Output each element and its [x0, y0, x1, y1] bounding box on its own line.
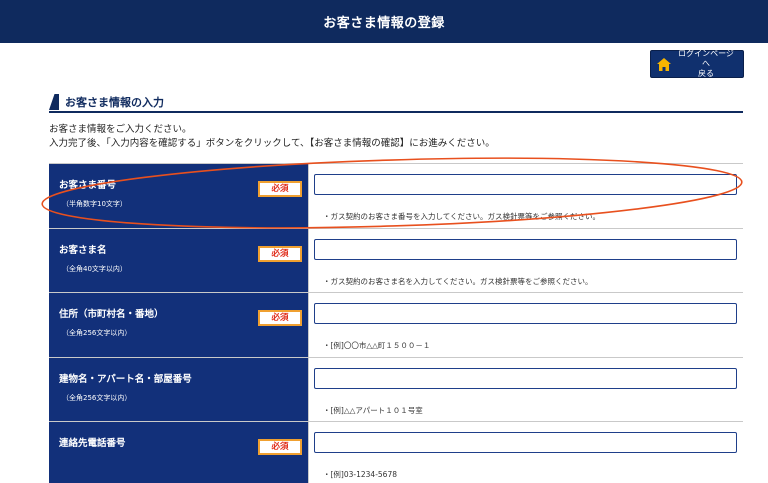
form-label-cell: 住所（市町村名・番地） （全角256文字以内） 必須 [49, 293, 308, 357]
page-title: お客さま情報の登録 [323, 16, 445, 31]
phone-input[interactable] [314, 432, 737, 453]
form-label-cell: 建物名・アパート名・部屋番号 （全角256文字以内） [49, 357, 308, 421]
field-hint: ・ガス契約のお客さま番号を入力してください。ガス検針票等をご参照ください。 [323, 212, 601, 221]
form-field-cell: ・ガス契約のお客さま番号を入力してください。ガス検針票等をご参照ください。 [308, 164, 743, 228]
home-icon [657, 57, 671, 71]
required-badge: 必須 [258, 439, 302, 455]
form-field-cell: ・ガス契約のお客さま名を入力してください。ガス検針票等をご参照ください。 [308, 228, 743, 292]
back-to-login-button[interactable]: ログインページへ 戻る [650, 49, 744, 78]
form-row-customer-number: お客さま番号 （半角数字10文字） 必須 ・ガス契約のお客さま番号を入力してくだ… [49, 164, 743, 229]
form-field-cell: ・[例]〇〇市△△町１５００－１ [308, 293, 743, 357]
form-row-customer-name: お客さま名 （全角40文字以内） 必須 ・ガス契約のお客さま名を入力してください… [49, 228, 743, 293]
intro-line-1: お客さま情報をご入力ください。 [49, 124, 192, 135]
address-input[interactable] [314, 303, 737, 324]
page-header: お客さま情報の登録 [0, 0, 768, 43]
required-badge: 必須 [258, 181, 302, 197]
intro-line-2: 入力完了後、「入力内容を確認する」ボタンをクリックして、【お客さま情報の確認】に… [49, 138, 495, 149]
customer-name-input[interactable] [314, 238, 737, 260]
form-row-phone: 連絡先電話番号 必須 ・[例]03-1234-5678 [49, 422, 743, 483]
field-sublabel: （全角40文字以内） [62, 264, 127, 273]
heading-mark-icon [49, 94, 59, 110]
form-field-cell: ・[例]△△アパート１０１号室 [308, 357, 743, 421]
field-hint: ・[例]〇〇市△△町１５００－１ [323, 341, 431, 350]
form-label-cell: 連絡先電話番号 必須 [49, 422, 308, 483]
form-row-address: 住所（市町村名・番地） （全角256文字以内） 必須 ・[例]〇〇市△△町１５０… [49, 293, 743, 358]
field-label: 建物名・アパート名・部屋番号 [59, 373, 192, 385]
required-badge: 必須 [258, 310, 302, 326]
section-heading: お客さま情報の入力 [49, 93, 743, 113]
back-to-login-label-line2: 戻る [698, 69, 714, 78]
customer-info-form: お客さま番号 （半角数字10文字） 必須 ・ガス契約のお客さま番号を入力してくだ… [49, 163, 743, 483]
customer-number-input[interactable] [314, 174, 737, 195]
field-sublabel: （全角256文字以内） [62, 329, 132, 337]
field-sublabel: （半角数字10文字） [62, 200, 127, 208]
back-to-login-label-line1: ログインページへ [678, 49, 734, 68]
building-input[interactable] [314, 367, 737, 389]
field-sublabel: （全角256文字以内） [62, 393, 132, 402]
section-heading-text: お客さま情報の入力 [65, 96, 164, 109]
intro-text: お客さま情報をご入力ください。 入力完了後、「入力内容を確認する」ボタンをクリッ… [49, 123, 495, 151]
field-hint: ・[例]△△アパート１０１号室 [323, 405, 423, 415]
field-hint: ・[例]03-1234-5678 [323, 470, 397, 479]
form-label-cell: お客さま名 （全角40文字以内） 必須 [49, 228, 308, 292]
form-field-cell: ・[例]03-1234-5678 [308, 422, 743, 483]
form-row-building: 建物名・アパート名・部屋番号 （全角256文字以内） ・[例]△△アパート１０１… [49, 357, 743, 422]
required-badge: 必須 [258, 245, 302, 262]
form-label-cell: お客さま番号 （半角数字10文字） 必須 [49, 164, 308, 228]
field-hint: ・ガス契約のお客さま名を入力してください。ガス検針票等をご参照ください。 [323, 276, 593, 286]
